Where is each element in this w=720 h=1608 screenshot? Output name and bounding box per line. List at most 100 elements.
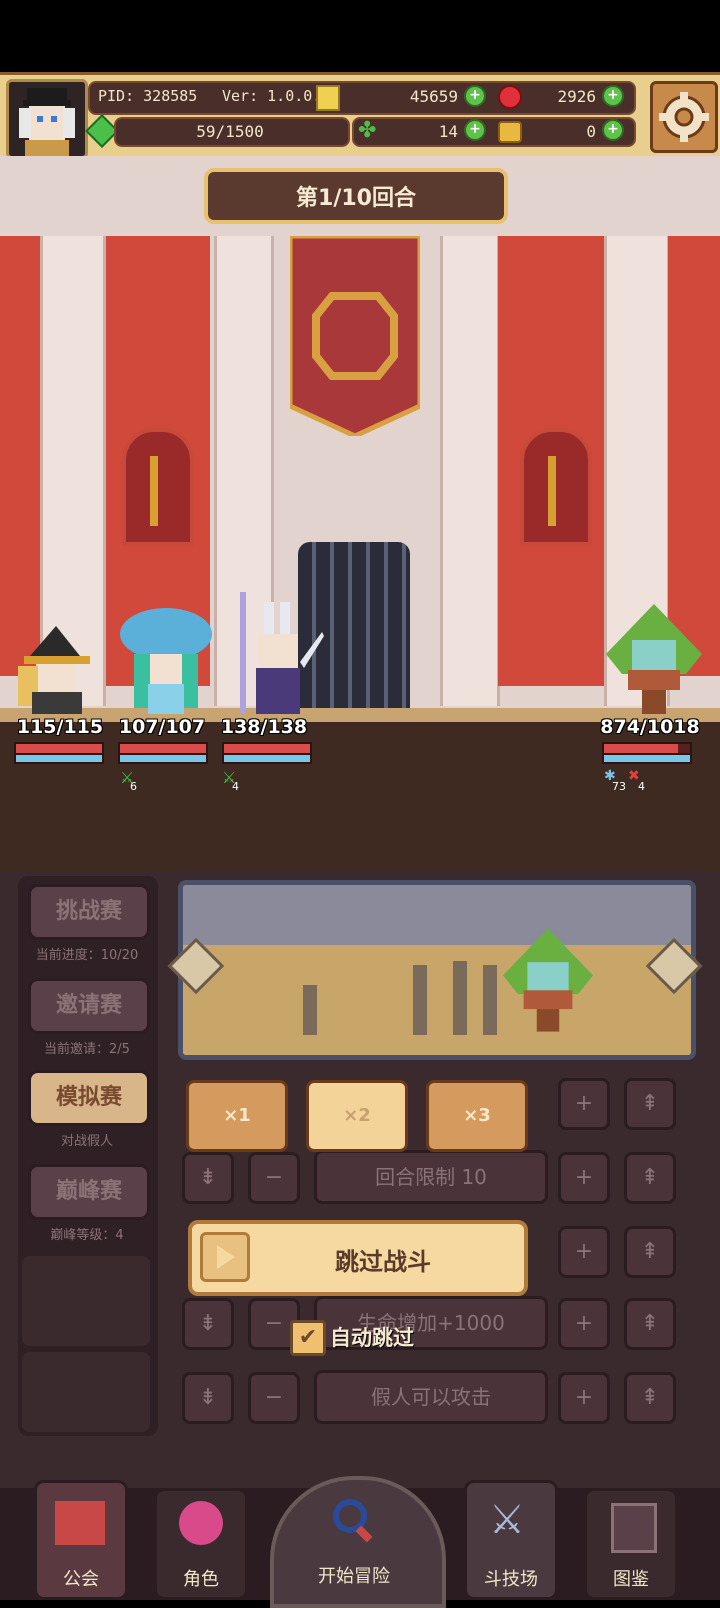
nav-arena[interactable]: ⚔ 斗技场 <box>464 1480 558 1600</box>
sim-caption: 对战假人 <box>60 1134 113 1149</box>
challenge-mode-button[interactable]: 挑战赛 <box>28 884 150 940</box>
minus-button[interactable]: − <box>248 1152 300 1204</box>
max-button[interactable]: ⇞ <box>624 1152 676 1204</box>
gem-amount: 2926 <box>557 87 596 106</box>
nav-guild-label: 公会 <box>63 1569 99 1590</box>
opponent-preview <box>178 880 696 1060</box>
plus-button[interactable]: + <box>558 1078 610 1130</box>
nav-character-label: 角色 <box>183 1569 219 1590</box>
clover-icon: ✤ <box>358 118 377 143</box>
min-button[interactable]: ⇟ <box>182 1298 234 1350</box>
invite-progress: 当前邀请：2/5 <box>44 1042 130 1057</box>
min-button[interactable]: ⇟ <box>182 1152 234 1204</box>
ally-1-mp-bar <box>14 755 104 764</box>
min-button[interactable]: ⇟ <box>182 1372 234 1424</box>
auto-skip-label: 自动跳过 <box>330 1326 414 1350</box>
settings-button[interactable] <box>650 81 718 153</box>
nav-codex[interactable]: 图鉴 <box>584 1488 678 1600</box>
plus-button[interactable]: + <box>558 1298 610 1350</box>
enemy-hp-bar-track <box>602 742 692 755</box>
ally-2-hp-text: 107/107 <box>118 716 206 738</box>
ally-3-hp-bar <box>222 742 312 755</box>
enemy-dummy-sprite[interactable] <box>606 604 702 714</box>
speed-x2-button[interactable]: ×2 <box>306 1080 408 1152</box>
gold-amount: 45659 <box>409 87 458 106</box>
ally-1-hp-bar <box>14 742 104 755</box>
enemy-mp-bar <box>602 755 692 764</box>
energy-amount: 59/1500 <box>196 122 264 141</box>
arena-panel: 挑战赛 当前进度：10/20 邀请赛 当前邀请：2/5 模拟赛 对战假人 巅峰赛… <box>0 872 720 1608</box>
ally-3-mp-bar <box>222 755 312 764</box>
ally-bunny-knight-sprite[interactable] <box>220 592 324 714</box>
sword-icon <box>548 456 556 526</box>
gold-coin-icon <box>316 85 340 111</box>
nav-start-adventure[interactable]: 开始冒险 <box>290 1488 418 1594</box>
add-key-button[interactable]: + <box>602 119 624 141</box>
nav-character[interactable]: 角色 <box>154 1488 248 1600</box>
battle-scene: 第1/10回合 115/115 107/107 ⚔ 6 138/138 ⚔ 4 … <box>0 156 720 872</box>
emblem-banner <box>290 236 420 436</box>
ally-3-hp-text: 138/138 <box>220 716 308 738</box>
max-button[interactable]: ⇞ <box>624 1078 676 1130</box>
avatar[interactable] <box>6 79 88 159</box>
sword-niche <box>520 428 592 546</box>
empty-slot <box>22 1352 150 1432</box>
plus-button[interactable]: + <box>558 1372 610 1424</box>
ally-2-mp-bar <box>118 755 208 764</box>
pillar <box>440 236 500 706</box>
max-button[interactable]: ⇞ <box>624 1226 676 1278</box>
gear-icon <box>659 92 709 142</box>
add-gold-button[interactable]: + <box>464 85 486 107</box>
invite-mode-button[interactable]: 邀请赛 <box>28 978 150 1034</box>
auto-skip-checkbox[interactable]: ✔ <box>290 1320 326 1356</box>
clover-amount: 14 <box>438 122 458 141</box>
plus-button[interactable]: + <box>558 1226 610 1278</box>
ally-3-buff-count: 4 <box>232 780 239 793</box>
skip-battle-button[interactable]: 跳过战斗 <box>188 1220 528 1296</box>
dummy-attack-option: 假人可以攻击 <box>314 1370 548 1424</box>
peak-mode-button[interactable]: 巅峰赛 <box>28 1164 150 1220</box>
minus-button[interactable]: − <box>248 1372 300 1424</box>
enemy-hp-text: 874/1018 <box>600 716 700 738</box>
ally-witch-sprite[interactable] <box>10 626 102 714</box>
game-version: Ver: 1.0.0.3 <box>222 87 331 105</box>
enemy-debuff-1-count: 73 <box>612 780 626 793</box>
magnifier-icon <box>333 1499 373 1543</box>
max-button[interactable]: ⇞ <box>624 1372 676 1424</box>
book-icon <box>611 1503 657 1553</box>
top-hud: PID: 328585 Ver: 1.0.0.3 45659 + 2926 + … <box>0 72 720 162</box>
sim-mode-button[interactable]: 模拟赛 <box>28 1070 150 1126</box>
crossed-swords-icon: ⚔ <box>489 1497 525 1543</box>
skip-battle-label: 跳过战斗 <box>335 1248 431 1276</box>
nav-guild[interactable]: 公会 <box>34 1480 128 1600</box>
add-gem-button[interactable]: + <box>602 85 624 107</box>
ally-mushroom-sprite[interactable] <box>118 604 216 714</box>
preview-dummy-sprite <box>503 928 593 1032</box>
sword-icon <box>150 456 158 526</box>
speed-x1-button[interactable]: ×1 <box>186 1080 288 1152</box>
gem-icon <box>498 85 522 109</box>
round-limit-option: 回合限制 10 <box>314 1150 548 1204</box>
empty-slot <box>22 1256 150 1346</box>
play-icon <box>200 1232 250 1282</box>
ground <box>0 716 720 872</box>
enemy-debuff-2-count: 4 <box>638 780 645 793</box>
enemy-hp-bar-fill <box>604 744 678 753</box>
plus-button[interactable]: + <box>558 1152 610 1204</box>
key-amount: 0 <box>586 122 596 141</box>
nav-codex-label: 图鉴 <box>613 1569 649 1590</box>
peak-level: 巅峰等级：4 <box>50 1228 124 1243</box>
red-wall <box>0 236 40 676</box>
challenge-progress: 当前进度：10/20 <box>35 948 139 963</box>
speed-x3-button[interactable]: ×3 <box>426 1080 528 1152</box>
character-icon <box>179 1501 223 1545</box>
ally-1-hp-text: 115/115 <box>16 716 104 738</box>
ally-2-hp-bar <box>118 742 208 755</box>
guild-icon <box>55 1501 105 1545</box>
add-clover-button[interactable]: + <box>464 119 486 141</box>
nav-start-adventure-label: 开始冒险 <box>318 1566 390 1587</box>
nav-arena-label: 斗技场 <box>484 1569 538 1590</box>
key-icon <box>498 121 522 143</box>
sword-niche <box>122 428 194 546</box>
max-button[interactable]: ⇞ <box>624 1298 676 1350</box>
